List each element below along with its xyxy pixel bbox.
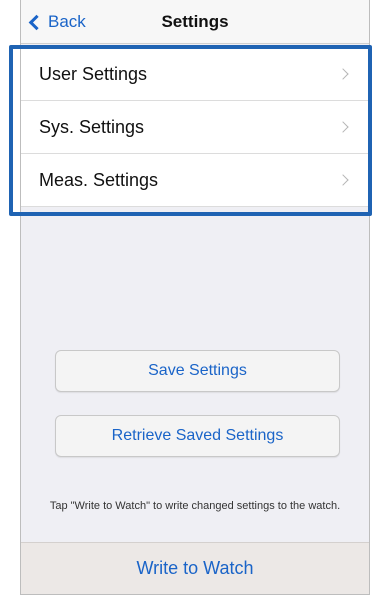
navigation-bar: Back Settings — [21, 0, 369, 44]
settings-list: User Settings Sys. Settings Meas. Settin… — [21, 48, 369, 207]
chevron-right-icon — [337, 174, 349, 186]
list-item-sys-settings[interactable]: Sys. Settings — [21, 101, 369, 154]
write-to-watch-label: Write to Watch — [136, 558, 254, 578]
write-to-watch-button[interactable]: Write to Watch — [21, 542, 369, 594]
hint-text: Tap "Write to Watch" to write changed se… — [49, 500, 341, 512]
list-item-label: Sys. Settings — [39, 116, 145, 137]
chevron-right-icon — [337, 121, 349, 133]
phone-screen: Back Settings User Settings Sys. Setting… — [20, 0, 370, 595]
list-item-meas-settings[interactable]: Meas. Settings — [21, 154, 369, 207]
chevron-right-icon — [337, 68, 349, 80]
list-item-user-settings[interactable]: User Settings — [21, 48, 369, 101]
list-item-label: Meas. Settings — [39, 169, 159, 190]
page-title: Settings — [161, 12, 229, 31]
list-item-label: User Settings — [39, 63, 148, 84]
save-settings-button[interactable]: Save Settings — [55, 350, 340, 392]
retrieve-saved-settings-button[interactable]: Retrieve Saved Settings — [55, 415, 340, 457]
